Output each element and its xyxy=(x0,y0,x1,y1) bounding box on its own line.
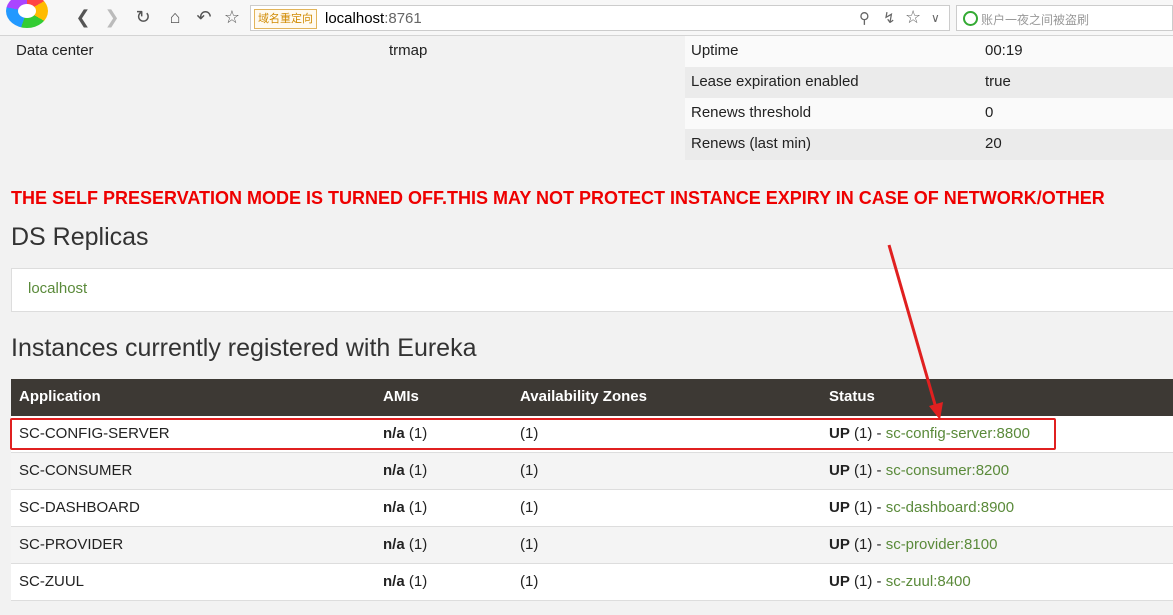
annotation-arrow-icon xyxy=(887,244,943,420)
